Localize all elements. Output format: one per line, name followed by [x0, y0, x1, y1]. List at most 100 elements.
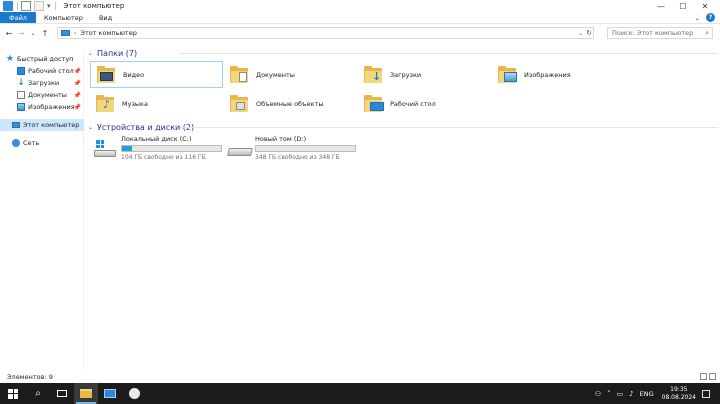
new-folder-icon[interactable]: [34, 1, 44, 11]
network-icon: [12, 139, 20, 147]
expand-ribbon-chevron-icon[interactable]: ⌄: [694, 14, 700, 22]
properties-icon[interactable]: [21, 1, 31, 11]
sidebar-item-label: Документы: [28, 91, 67, 99]
folder-label: Изображения: [524, 70, 571, 79]
system-tray: ⚇ ˄ ▭ ♪ ENG 19:35 08.08.2024: [589, 383, 710, 404]
navigation-pane: ★ Быстрый доступ Рабочий стол 📌 ↓ Загруз…: [0, 50, 84, 370]
close-icon[interactable]: ✕: [694, 2, 716, 11]
search-input[interactable]: Поиск: Этот компьютер ⌕: [607, 27, 713, 39]
windows-logo-icon: [8, 388, 18, 399]
drives-group-header[interactable]: ⌄ Устройства и диски (2): [88, 121, 718, 133]
refresh-icon[interactable]: ↻: [586, 29, 592, 37]
app-icon[interactable]: [3, 1, 13, 11]
up-arrow-icon[interactable]: ↑: [39, 29, 51, 38]
downloads-folder-icon: ↓: [364, 65, 384, 85]
task-view-button[interactable]: [50, 383, 74, 404]
this-pc-icon: [61, 30, 70, 36]
minimize-icon[interactable]: —: [650, 2, 672, 11]
pin-icon: 📌: [73, 91, 81, 99]
music-folder-icon: ♪: [96, 94, 116, 114]
tab-file[interactable]: Файл: [0, 12, 36, 23]
tab-view[interactable]: Вид: [91, 12, 120, 23]
downloads-icon: ↓: [17, 78, 25, 88]
address-dropdown-chevron-icon[interactable]: ⌄: [578, 30, 583, 37]
customize-toolbar-chevron-icon[interactable]: ▾: [47, 2, 51, 10]
app-icon: [128, 388, 140, 399]
sidebar-item-network[interactable]: Сеть: [0, 137, 84, 149]
desktop-icon: [17, 67, 25, 75]
details-view-icon[interactable]: [700, 373, 707, 380]
drive-free-space: 348 ГБ свободно из 348 ГБ: [255, 154, 340, 161]
sidebar-item-this-pc[interactable]: Этот компьютер: [0, 119, 84, 131]
this-pc-icon: [12, 122, 20, 128]
folder-music[interactable]: ♪ Музыка: [90, 90, 223, 117]
start-button[interactable]: [0, 383, 26, 404]
taskbar-search-button[interactable]: ⌕: [26, 383, 50, 404]
task-view-icon: [57, 390, 67, 397]
chevron-up-icon[interactable]: ˄: [607, 390, 611, 398]
sidebar-item-label: Загрузки: [28, 79, 60, 87]
folders-group-header[interactable]: ⌄ Папки (7): [88, 47, 718, 59]
folder-label: Видео: [123, 70, 145, 79]
breadcrumb[interactable]: Этот компьютер: [80, 29, 136, 37]
help-icon[interactable]: ?: [706, 13, 715, 22]
pictures-folder-icon: [498, 65, 518, 85]
drive-name: Локальный диск (C:): [121, 135, 192, 143]
back-arrow-icon[interactable]: ←: [3, 29, 15, 38]
sidebar-item-label: Рабочий стол: [28, 67, 74, 75]
sidebar-item-documents[interactable]: Документы 📌: [0, 89, 84, 101]
clock-date: 08.08.2024: [661, 393, 696, 401]
forward-arrow-icon[interactable]: →: [15, 29, 27, 38]
language-indicator[interactable]: ENG: [640, 390, 654, 398]
folder-downloads[interactable]: ↓ Загрузки: [358, 61, 491, 88]
recent-locations-chevron-icon[interactable]: ⌄: [27, 30, 39, 37]
folder-pictures[interactable]: Изображения: [492, 61, 625, 88]
sidebar-item-downloads[interactable]: ↓ Загрузки 📌: [0, 77, 84, 89]
drive-d[interactable]: Новый том (D:) 348 ГБ свободно из 348 ГБ: [222, 133, 362, 163]
search-icon[interactable]: ⌕: [705, 29, 709, 38]
address-bar[interactable]: › Этот компьютер ⌄ ↻: [57, 27, 594, 39]
sidebar-item-label: Сеть: [23, 139, 40, 147]
people-icon[interactable]: ⚇: [595, 390, 601, 398]
collapse-chevron-icon[interactable]: ⌄: [88, 50, 93, 57]
tab-computer[interactable]: Компьютер: [36, 12, 91, 23]
taskbar-app-button[interactable]: [122, 383, 146, 404]
collapse-chevron-icon[interactable]: ⌄: [88, 124, 93, 131]
large-icons-view-icon[interactable]: [709, 373, 716, 380]
taskbar-app-button[interactable]: [98, 383, 122, 404]
desktop-folder-icon: [364, 94, 384, 114]
videos-folder-icon: [97, 65, 117, 85]
taskbar-explorer-button[interactable]: [74, 383, 98, 404]
drive-c[interactable]: Локальный диск (C:) 104 ГБ свободно из 1…: [88, 133, 222, 163]
folder-3d-objects[interactable]: Объемные объекты: [224, 90, 357, 117]
folder-desktop[interactable]: Рабочий стол: [358, 90, 491, 117]
sidebar-item-quick-access[interactable]: ★ Быстрый доступ: [0, 53, 84, 65]
breadcrumb-chevron-icon[interactable]: ›: [74, 30, 76, 37]
window-controls: — ☐ ✕: [650, 0, 716, 12]
folder-videos[interactable]: Видео: [90, 61, 223, 88]
network-icon[interactable]: ▭: [617, 390, 624, 398]
ribbon-tabs: Файл Компьютер Вид ⌄ ?: [0, 12, 720, 24]
volume-icon[interactable]: ♪: [629, 390, 633, 398]
documents-folder-icon: [230, 65, 250, 85]
drive-icon: [227, 138, 253, 158]
maximize-icon[interactable]: ☐: [672, 2, 694, 11]
star-icon: ★: [6, 54, 15, 64]
pictures-icon: [17, 103, 25, 111]
folder-documents[interactable]: Документы: [224, 61, 357, 88]
pin-icon: 📌: [73, 103, 81, 111]
drive-usage-bar: [121, 145, 222, 152]
3d-objects-folder-icon: [230, 94, 250, 114]
status-bar: Элементов: 9: [0, 371, 720, 383]
folder-label: Рабочий стол: [390, 99, 436, 108]
sidebar-item-label: Изображения: [28, 103, 75, 111]
documents-icon: [17, 91, 25, 99]
sidebar-item-desktop[interactable]: Рабочий стол 📌: [0, 65, 84, 77]
sidebar-item-pictures[interactable]: Изображения 📌: [0, 101, 84, 113]
view-switcher: [698, 373, 716, 380]
drive-free-space: 104 ГБ свободно из 116 ГБ: [121, 154, 206, 161]
notifications-icon[interactable]: [702, 389, 710, 398]
toolbar-divider: [54, 2, 56, 10]
remote-desktop-icon: [104, 389, 116, 398]
clock[interactable]: 19:35 08.08.2024: [662, 386, 696, 402]
